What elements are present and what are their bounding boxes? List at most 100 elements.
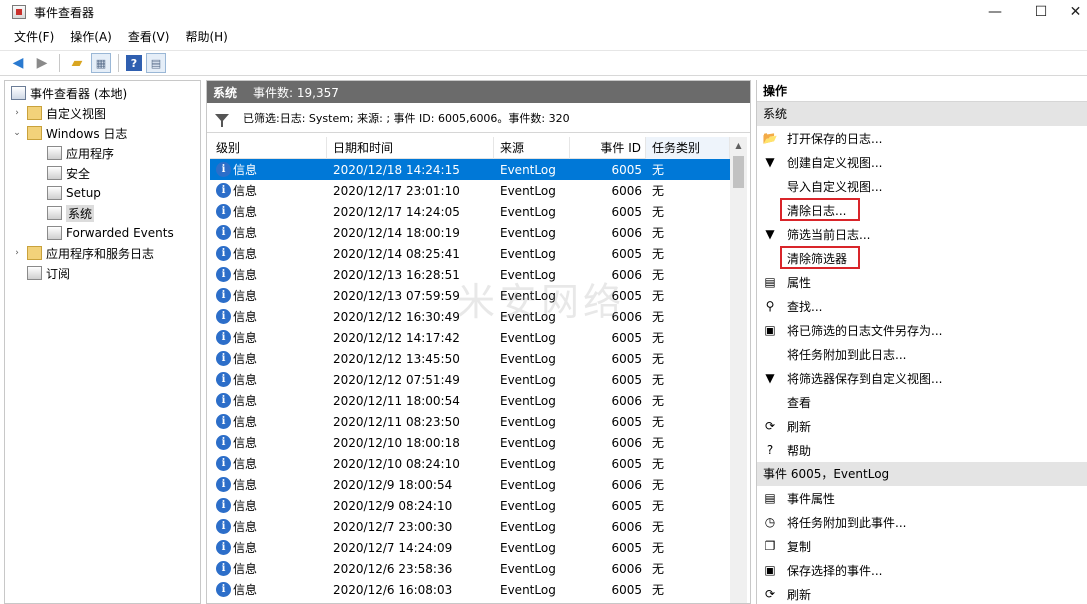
table-row[interactable]: i 信息 2020/12/18 14:24:15 EventLog 6005 无 xyxy=(210,159,730,180)
action-item[interactable]: 清除筛选器 xyxy=(757,246,1087,270)
table-row[interactable]: i 信息 2020/12/9 18:00:54 EventLog 6006 无 xyxy=(210,474,730,495)
task-category-cell: 无 xyxy=(652,520,665,534)
menu-view[interactable]: 查看(V) xyxy=(120,26,178,48)
table-row[interactable]: i 信息 2020/12/11 18:00:54 EventLog 6006 无 xyxy=(210,390,730,411)
actions-section-event[interactable]: 事件 6005，EventLog xyxy=(757,462,1087,486)
action-item[interactable]: ⟳ 刷新 xyxy=(757,582,1087,604)
forward-arrow-icon[interactable]: ▶ xyxy=(32,53,52,73)
table-row[interactable]: i 信息 2020/12/14 18:00:19 EventLog 6006 无 xyxy=(210,222,730,243)
scroll-up-arrow-icon[interactable]: ▲ xyxy=(730,137,747,154)
action-label: 保存选择的事件... xyxy=(787,563,883,578)
tree-item-setup[interactable]: Setup xyxy=(5,183,200,203)
level-cell: i 信息 xyxy=(210,266,327,283)
action-item[interactable]: ⟳ 刷新 xyxy=(757,414,1087,438)
table-row[interactable]: i 信息 2020/12/7 14:24:09 EventLog 6005 无 xyxy=(210,537,730,558)
level-text: 信息 xyxy=(233,499,258,513)
table-row[interactable]: i 信息 2020/12/9 08:24:10 EventLog 6005 无 xyxy=(210,495,730,516)
event-id-cell: 6005 xyxy=(611,456,642,471)
tree-item-windows-logs[interactable]: ⌄ Windows 日志 xyxy=(5,123,200,143)
action-item[interactable]: ▣ 保存选择的事件... xyxy=(757,558,1087,582)
tree-item-subscriptions[interactable]: 订阅 xyxy=(5,263,200,283)
menu-help[interactable]: 帮助(H) xyxy=(177,26,235,48)
table-row[interactable]: i 信息 2020/12/12 07:51:49 EventLog 6005 无 xyxy=(210,369,730,390)
action-item[interactable]: 📂 打开保存的日志... xyxy=(757,126,1087,150)
column-header-source[interactable]: 来源 xyxy=(494,136,570,159)
tree-item-label: Forwarded Events xyxy=(66,226,174,240)
tree-item-custom-views[interactable]: › 自定义视图 xyxy=(5,103,200,123)
action-item[interactable]: 查看 xyxy=(757,390,1087,414)
up-folder-icon[interactable]: ▰ xyxy=(67,53,87,73)
action-item[interactable]: ▣ 将已筛选的日志文件另存为... xyxy=(757,318,1087,342)
help-icon[interactable]: ? xyxy=(126,55,142,71)
table-row[interactable]: i 信息 2020/12/17 23:01:10 EventLog 6006 无 xyxy=(210,180,730,201)
back-arrow-icon[interactable]: ◀ xyxy=(8,53,28,73)
level-text: 信息 xyxy=(233,310,258,324)
close-button[interactable]: ✕ xyxy=(1064,0,1087,24)
tree-item-system[interactable]: 系统 xyxy=(5,203,200,223)
folder-icon xyxy=(27,246,42,260)
table-row[interactable]: i 信息 2020/12/17 14:24:05 EventLog 6005 无 xyxy=(210,201,730,222)
table-row[interactable]: i 信息 2020/12/10 18:00:18 EventLog 6006 无 xyxy=(210,432,730,453)
actions-section-system[interactable]: 系统 xyxy=(757,102,1087,126)
table-row[interactable]: i 信息 2020/12/6 23:58:36 EventLog 6006 无 xyxy=(210,558,730,579)
table-row[interactable]: i 信息 2020/12/13 07:59:59 EventLog 6005 无 xyxy=(210,285,730,306)
table-row[interactable]: i 信息 2020/12/6 16:08:03 EventLog 6005 无 xyxy=(210,579,730,600)
tree-item-root[interactable]: 事件查看器 (本地) xyxy=(5,83,200,103)
action-item[interactable]: ▼ 创建自定义视图... xyxy=(757,150,1087,174)
date-cell: 2020/12/12 13:45:50 xyxy=(333,351,460,366)
tree-item-app-service-logs[interactable]: › 应用程序和服务日志 xyxy=(5,243,200,263)
action-label: 帮助 xyxy=(787,443,812,458)
maximize-button[interactable]: ☐ xyxy=(1018,0,1064,24)
action-item[interactable]: ▼ 将筛选器保存到自定义视图... xyxy=(757,366,1087,390)
event-id-cell: 6005 xyxy=(611,162,642,177)
table-row[interactable]: i 信息 2020/12/10 08:24:10 EventLog 6005 无 xyxy=(210,453,730,474)
tree-item-forwarded-events[interactable]: Forwarded Events xyxy=(5,223,200,243)
column-header-date[interactable]: 日期和时间 xyxy=(327,136,494,159)
show-hide-action-pane-icon[interactable]: ▤ xyxy=(146,53,166,73)
level-cell: i 信息 xyxy=(210,203,327,220)
level-cell: i 信息 xyxy=(210,371,327,388)
action-item[interactable]: 清除日志... xyxy=(757,198,1087,222)
info-icon: i xyxy=(216,561,231,576)
action-item[interactable]: ▤ 属性 xyxy=(757,270,1087,294)
chevron-right-icon[interactable]: › xyxy=(11,108,23,118)
table-row[interactable]: i 信息 2020/12/12 16:30:49 EventLog 6006 无 xyxy=(210,306,730,327)
chevron-down-icon[interactable]: ⌄ xyxy=(11,128,23,138)
date-cell: 2020/12/7 23:00:30 xyxy=(333,519,453,534)
source-cell: EventLog xyxy=(500,309,556,324)
action-item[interactable]: ◷ 将任务附加到此事件... xyxy=(757,510,1087,534)
table-row[interactable]: i 信息 2020/12/12 14:17:42 EventLog 6005 无 xyxy=(210,327,730,348)
column-header-level[interactable]: 级别 xyxy=(210,136,327,159)
action-item[interactable]: ▤ 事件属性 xyxy=(757,486,1087,510)
table-row[interactable]: i 信息 2020/12/13 16:28:51 EventLog 6006 无 xyxy=(210,264,730,285)
navigation-tree: 事件查看器 (本地) › 自定义视图 ⌄ Windows 日志 应用程序 安全 … xyxy=(4,80,201,604)
vertical-scrollbar[interactable]: ▲ xyxy=(730,137,747,603)
table-row[interactable]: i 信息 2020/12/14 08:25:41 EventLog 6005 无 xyxy=(210,243,730,264)
info-icon: i xyxy=(216,162,231,177)
date-cell: 2020/12/12 16:30:49 xyxy=(333,309,460,324)
chevron-right-icon[interactable]: › xyxy=(11,248,23,258)
menu-file[interactable]: 文件(F) xyxy=(6,26,62,48)
table-row[interactable]: i 信息 2020/12/11 08:23:50 EventLog 6005 无 xyxy=(210,411,730,432)
tree-item-security[interactable]: 安全 xyxy=(5,163,200,183)
table-row[interactable]: i 信息 2020/12/12 13:45:50 EventLog 6005 无 xyxy=(210,348,730,369)
action-item[interactable]: ? 帮助 xyxy=(757,438,1087,462)
table-row[interactable]: i 信息 2020/12/7 23:00:30 EventLog 6006 无 xyxy=(210,516,730,537)
minimize-button[interactable]: — xyxy=(972,0,1018,24)
level-cell: i 信息 xyxy=(210,350,327,367)
title-bar: 事件查看器 — ☐ ✕ xyxy=(0,0,1087,24)
task-category-cell: 无 xyxy=(652,163,665,177)
show-hide-tree-icon[interactable]: ▦ xyxy=(91,53,111,73)
action-item[interactable]: ⚲ 查找... xyxy=(757,294,1087,318)
action-item[interactable]: 将任务附加到此日志... xyxy=(757,342,1087,366)
tree-item-application[interactable]: 应用程序 xyxy=(5,143,200,163)
action-item[interactable]: ▼ 筛选当前日志... xyxy=(757,222,1087,246)
column-header-task-category[interactable]: 任务类别 xyxy=(646,136,730,159)
action-item[interactable]: ❐ 复制 xyxy=(757,534,1087,558)
menu-action[interactable]: 操作(A) xyxy=(62,26,120,48)
filter-icon: ▼ xyxy=(765,227,775,241)
date-cell: 2020/12/10 18:00:18 xyxy=(333,435,460,450)
scroll-thumb[interactable] xyxy=(733,156,744,188)
action-item[interactable]: 导入自定义视图... xyxy=(757,174,1087,198)
column-header-event-id[interactable]: 事件 ID xyxy=(570,136,646,159)
